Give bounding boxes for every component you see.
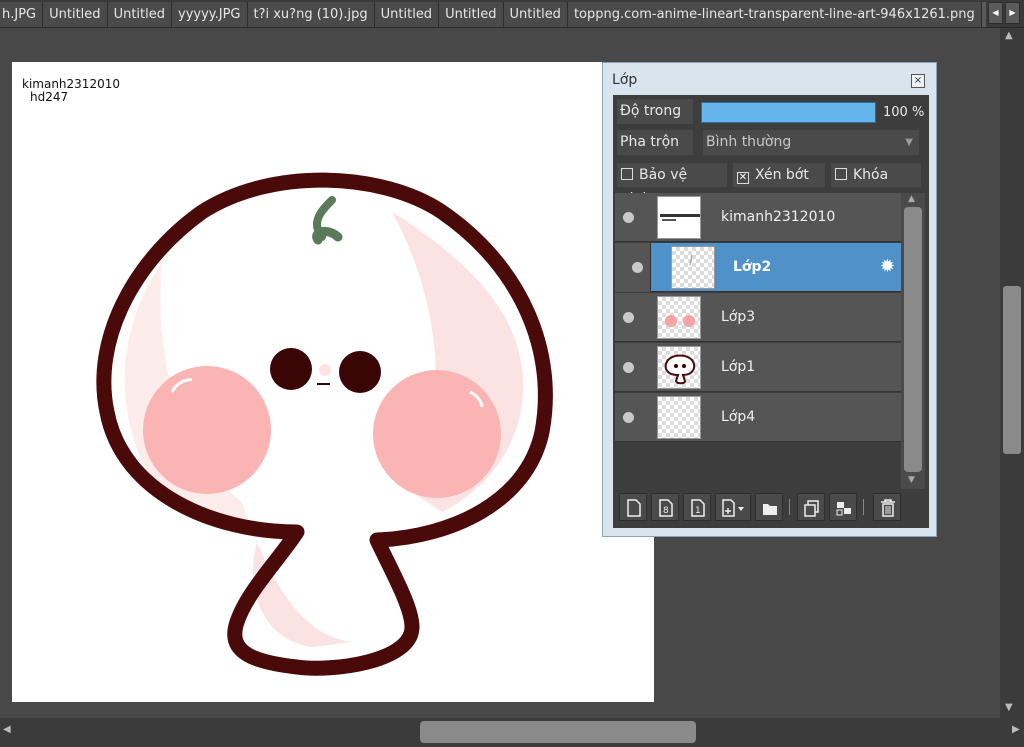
- new-1bit-layer-icon: 1: [691, 499, 705, 517]
- checkbox-icon: ✕: [737, 172, 749, 184]
- layer-toolbar: 8 1: [617, 493, 923, 523]
- opacity-slider[interactable]: [701, 102, 876, 123]
- layer-list[interactable]: kimanh2312010 Lớp2 ✹ Lớp3 Lớp1 Lớp4: [615, 193, 905, 493]
- tab-bar: h.JPG Untitled Untitled yyyyy.JPG t?i xu?ng …: [0, 0, 1024, 28]
- clip-checkbox[interactable]: ✕ Xén bớt: [733, 163, 825, 187]
- layer-item[interactable]: Lớp4: [615, 393, 901, 442]
- horizontal-scrollbar[interactable]: ◀ ▶: [0, 718, 1024, 747]
- layer-thumbnail: [657, 296, 701, 339]
- protect-alpha-checkbox[interactable]: Bảo vệ alpha: [617, 163, 727, 207]
- tab-4[interactable]: t?i xu?ng (10).jpg: [247, 2, 375, 27]
- scroll-right-icon[interactable]: ▶: [1012, 724, 1020, 735]
- delete-button[interactable]: [873, 493, 901, 521]
- layer-item-selected[interactable]: Lớp2 ✹: [615, 243, 901, 292]
- layer-panel: Lớp × Độ trong 100 % Pha trộn Bình thườn…: [602, 62, 937, 537]
- close-icon[interactable]: ×: [911, 74, 925, 88]
- opacity-row: Độ trong 100 %: [617, 99, 925, 124]
- checkbox-icon: [621, 168, 633, 180]
- folder-icon: [763, 504, 777, 515]
- visibility-icon[interactable]: [623, 412, 634, 423]
- scroll-down-icon[interactable]: ▼: [908, 475, 915, 485]
- layer-item[interactable]: Lớp1: [615, 343, 901, 392]
- toolbar-divider: [789, 499, 790, 515]
- svg-text:1: 1: [695, 506, 701, 516]
- vertical-scroll-thumb[interactable]: [1003, 286, 1021, 454]
- tab-3[interactable]: yyyyy.JPG: [172, 2, 248, 27]
- mushroom-drawing: [96, 172, 553, 676]
- lock-label: Khóa: [853, 167, 889, 183]
- scroll-left-icon[interactable]: ◀: [3, 724, 11, 735]
- layer-item[interactable]: Lớp3: [615, 293, 901, 342]
- duplicate-icon: [804, 500, 819, 517]
- chevron-down-icon: ▼: [905, 137, 913, 148]
- blend-mode-value: Bình thường: [706, 134, 792, 150]
- tab-scroll-left-icon[interactable]: ◀: [988, 2, 1003, 24]
- layer-name: Lớp2: [733, 259, 772, 275]
- app-window: h.JPG Untitled Untitled yyyyy.JPG t?i xu?ng …: [0, 0, 1024, 747]
- clip-indent: [615, 243, 651, 292]
- merge-icon: [836, 502, 851, 516]
- tab-scroll-right-icon[interactable]: ▶: [1005, 2, 1020, 24]
- tab-6[interactable]: Untitled: [439, 2, 504, 27]
- new-1bit-layer-button[interactable]: 1: [683, 493, 711, 521]
- layer-thumbnail: [671, 246, 715, 289]
- layer-list-scrollbar[interactable]: ▲ ▼: [901, 193, 925, 489]
- tab-0[interactable]: h.JPG: [0, 2, 44, 27]
- layer-name: kimanh2312010: [721, 209, 836, 225]
- scroll-up-icon[interactable]: ▲: [908, 194, 915, 204]
- scroll-up-icon[interactable]: ▲: [1005, 30, 1013, 41]
- layer-thumbnail: [657, 196, 701, 239]
- svg-text:8: 8: [663, 506, 669, 516]
- blend-mode-select[interactable]: Bình thường ▼: [703, 130, 919, 155]
- new-8bit-layer-icon: 8: [659, 499, 673, 517]
- add-layer-dropdown-icon: [722, 499, 744, 517]
- toolbar-divider: [863, 499, 864, 515]
- new-8bit-layer-button[interactable]: 8: [651, 493, 679, 521]
- new-layer-button[interactable]: [619, 493, 647, 521]
- duplicate-button[interactable]: [797, 493, 825, 521]
- blend-label: Pha trộn: [617, 130, 693, 155]
- lock-checkbox[interactable]: Khóa: [831, 163, 921, 187]
- gear-icon[interactable]: ✹: [880, 256, 895, 278]
- layer-name: Lớp3: [721, 309, 756, 325]
- visibility-icon[interactable]: [623, 312, 634, 323]
- layer-name: Lớp4: [721, 409, 756, 425]
- tab-9[interactable]: Untitled: [981, 2, 986, 27]
- right-eye: [339, 351, 381, 393]
- drawing-canvas[interactable]: kimanh2312010 hd247: [12, 62, 654, 702]
- tab-8[interactable]: toppng.com-anime-lineart-transparent-lin…: [567, 2, 982, 27]
- layer-name: Lớp1: [721, 359, 756, 375]
- tab-1[interactable]: Untitled: [43, 2, 108, 27]
- blend-row: Pha trộn Bình thường ▼: [617, 130, 925, 155]
- tab-2[interactable]: Untitled: [107, 2, 172, 27]
- panel-body: Độ trong 100 % Pha trộn Bình thường ▼ Bả…: [613, 95, 929, 528]
- delete-icon: [881, 499, 895, 517]
- visibility-icon[interactable]: [623, 212, 634, 223]
- layer-thumbnail: [657, 346, 701, 389]
- opacity-label: Độ trong: [617, 99, 693, 124]
- tab-7[interactable]: Untitled: [503, 2, 568, 27]
- new-folder-button[interactable]: [755, 493, 783, 521]
- opacity-value: 100 %: [883, 105, 925, 120]
- panel-title: Lớp: [612, 72, 638, 88]
- layer-thumbnail: [657, 396, 701, 439]
- clip-label: Xén bớt: [755, 167, 809, 183]
- checkbox-icon: [835, 168, 847, 180]
- visibility-icon[interactable]: [632, 262, 643, 273]
- merge-button[interactable]: [829, 493, 857, 521]
- visibility-icon[interactable]: [623, 362, 634, 373]
- scroll-down-icon[interactable]: ▼: [1005, 702, 1013, 713]
- vertical-scrollbar[interactable]: ▲ ▼: [1000, 28, 1024, 718]
- right-cheek: [373, 370, 501, 498]
- layer-scroll-thumb[interactable]: [904, 207, 922, 472]
- left-eye: [270, 348, 312, 390]
- layer-item[interactable]: kimanh2312010: [615, 193, 901, 242]
- options-row: Bảo vệ alpha ✕ Xén bớt Khóa: [617, 163, 925, 207]
- tab-list: h.JPG Untitled Untitled yyyyy.JPG t?i xu?ng …: [0, 2, 986, 28]
- horizontal-scroll-thumb[interactable]: [420, 721, 696, 743]
- tab-5[interactable]: Untitled: [374, 2, 440, 27]
- left-cheek: [143, 366, 271, 494]
- add-layer-dropdown-button[interactable]: [715, 493, 751, 521]
- new-layer-icon: [627, 499, 641, 517]
